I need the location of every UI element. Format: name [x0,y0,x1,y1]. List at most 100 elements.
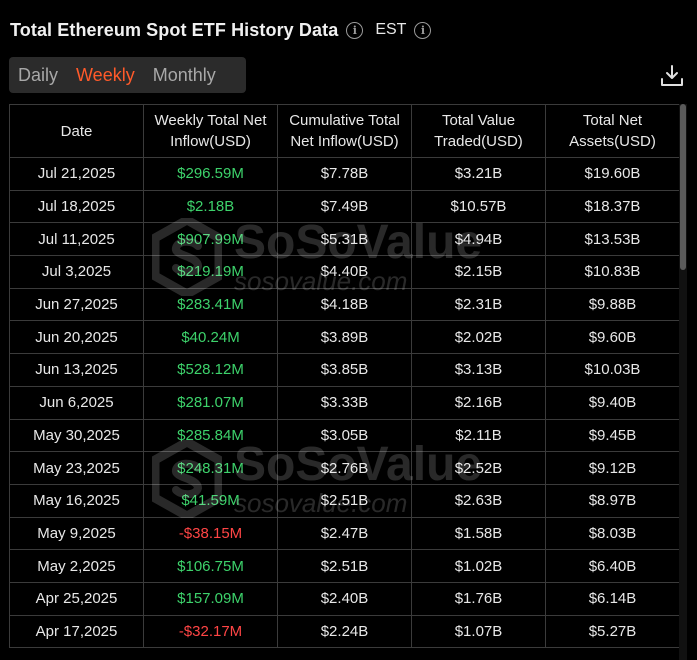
cell-net-assets: $6.14B [545,581,679,616]
cell-value-traded: $1.58B [411,516,546,551]
cell-date: Jul 21,2025 [9,157,144,191]
cell-weekly-inflow: $281.07M [143,385,278,420]
cell-net-assets: $5.27B [545,614,679,649]
cell-date: May 9,2025 [9,516,144,551]
cell-net-assets: $9.40B [545,385,679,420]
cell-net-assets: $9.12B [545,451,679,485]
cell-date: Jul 11,2025 [9,222,144,257]
cell-weekly-inflow: $528.12M [143,353,278,387]
cell-net-assets: $19.60B [545,157,679,191]
cell-cumulative-inflow: $2.76B [277,451,412,485]
cell-date: Apr 25,2025 [9,581,144,616]
table-row: May 9,2025 -$38.15M $2.47B $1.58B $8.03B [9,516,679,551]
cell-date: Apr 17,2025 [9,614,144,649]
cell-cumulative-inflow: $3.89B [277,320,412,355]
cell-value-traded: $2.63B [411,483,546,518]
cell-cumulative-inflow: $5.31B [277,222,412,257]
cell-weekly-inflow: $41.59M [143,483,278,518]
cell-cumulative-inflow: $7.49B [277,189,412,224]
col-header-value-traded: Total Value Traded(USD) [411,104,546,158]
cell-value-traded: $2.52B [411,451,546,485]
cell-date: Jul 3,2025 [9,255,144,289]
table-row: Jul 11,2025 $907.99M $5.31B $4.94B $13.53B [9,222,679,257]
cell-date: May 30,2025 [9,418,144,453]
table-scrollbar[interactable] [679,104,687,660]
cell-date: Jun 27,2025 [9,287,144,322]
period-tabs: Daily Weekly Monthly [9,57,246,93]
cell-value-traded: $2.15B [411,255,546,289]
table-header-row: Date Weekly Total Net Inflow(USD) Cumula… [9,104,679,158]
cell-cumulative-inflow: $2.51B [277,483,412,518]
cell-cumulative-inflow: $4.18B [277,287,412,322]
table-row: Jul 18,2025 $2.18B $7.49B $10.57B $18.37B [9,189,679,224]
cell-cumulative-inflow: $4.40B [277,255,412,289]
cell-net-assets: $9.60B [545,320,679,355]
table-row: May 30,2025 $285.84M $3.05B $2.11B $9.45B [9,418,679,453]
cell-cumulative-inflow: $2.40B [277,581,412,616]
cell-net-assets: $8.97B [545,483,679,518]
cell-net-assets: $9.45B [545,418,679,453]
table-row: Apr 25,2025 $157.09M $2.40B $1.76B $6.14B [9,581,679,616]
cell-value-traded: $1.07B [411,614,546,649]
cell-cumulative-inflow: $2.51B [277,549,412,583]
download-icon [661,65,683,86]
cell-cumulative-inflow: $2.24B [277,614,412,649]
col-header-date: Date [9,104,144,158]
table-row: Jun 27,2025 $283.41M $4.18B $2.31B $9.88B [9,287,679,322]
table-row: Jun 20,2025 $40.24M $3.89B $2.02B $9.60B [9,320,679,355]
cell-date: May 16,2025 [9,483,144,518]
timezone-label: EST [375,21,407,38]
cell-date: Jun 13,2025 [9,353,144,387]
cell-date: Jun 6,2025 [9,385,144,420]
table-row: May 23,2025 $248.31M $2.76B $2.52B $9.12B [9,451,679,485]
table-row: Apr 17,2025 -$32.17M $2.24B $1.07B $5.27B [9,614,679,649]
col-header-cumulative-inflow: Cumulative Total Net Inflow(USD) [277,104,412,158]
info-icon[interactable]: i [346,21,364,39]
cell-weekly-inflow: $157.09M [143,581,278,616]
cell-weekly-inflow: $2.18B [143,189,278,224]
cell-cumulative-inflow: $7.78B [277,157,412,191]
cell-net-assets: $9.88B [545,287,679,322]
cell-value-traded: $2.11B [411,418,546,453]
cell-value-traded: $2.16B [411,385,546,420]
cell-net-assets: $10.03B [545,353,679,387]
cell-value-traded: $10.57B [411,189,546,224]
cell-cumulative-inflow: $3.05B [277,418,412,453]
cell-date: May 2,2025 [9,549,144,583]
cell-net-assets: $6.40B [545,549,679,583]
cell-value-traded: $2.02B [411,320,546,355]
scrollbar-thumb[interactable] [680,104,686,270]
etf-history-table: Date Weekly Total Net Inflow(USD) Cumula… [9,104,679,660]
timezone-info-icon[interactable]: i [414,21,432,39]
cell-weekly-inflow: $219.19M [143,255,278,289]
cell-net-assets: $13.53B [545,222,679,257]
cell-value-traded: $3.13B [411,353,546,387]
cell-cumulative-inflow: $2.47B [277,516,412,551]
page-title: Total Ethereum Spot ETF History Data [10,19,339,40]
cell-value-traded: $2.31B [411,287,546,322]
cell-date: May 23,2025 [9,451,144,485]
cell-weekly-inflow: $285.84M [143,418,278,453]
cell-value-traded: $1.76B [411,581,546,616]
tab-weekly[interactable]: Weekly [67,65,144,86]
cell-weekly-inflow: $283.41M [143,287,278,322]
cell-weekly-inflow: $40.24M [143,320,278,355]
cell-weekly-inflow: $907.99M [143,222,278,257]
tab-monthly[interactable]: Monthly [144,65,225,86]
cell-net-assets: $8.03B [545,516,679,551]
table-row: Jun 13,2025 $528.12M $3.85B $3.13B $10.03B [9,353,679,387]
header: Total Ethereum Spot ETF History Data i E… [10,16,432,44]
cell-date: Jul 18,2025 [9,189,144,224]
col-header-weekly-inflow: Weekly Total Net Inflow(USD) [143,104,278,158]
cell-value-traded: $4.94B [411,222,546,257]
cell-weekly-inflow: $296.59M [143,157,278,191]
table-row: May 2,2025 $106.75M $2.51B $1.02B $6.40B [9,549,679,583]
download-button[interactable] [659,63,685,89]
cell-weekly-inflow: -$32.17M [143,614,278,649]
table-row: Jul 21,2025 $296.59M $7.78B $3.21B $19.60B [9,157,679,191]
table-row: May 16,2025 $41.59M $2.51B $2.63B $8.97B [9,483,679,518]
col-header-net-assets: Total Net Assets(USD) [545,104,679,158]
tab-daily[interactable]: Daily [9,65,67,86]
cell-weekly-inflow: $106.75M [143,549,278,583]
cell-net-assets: $10.83B [545,255,679,289]
